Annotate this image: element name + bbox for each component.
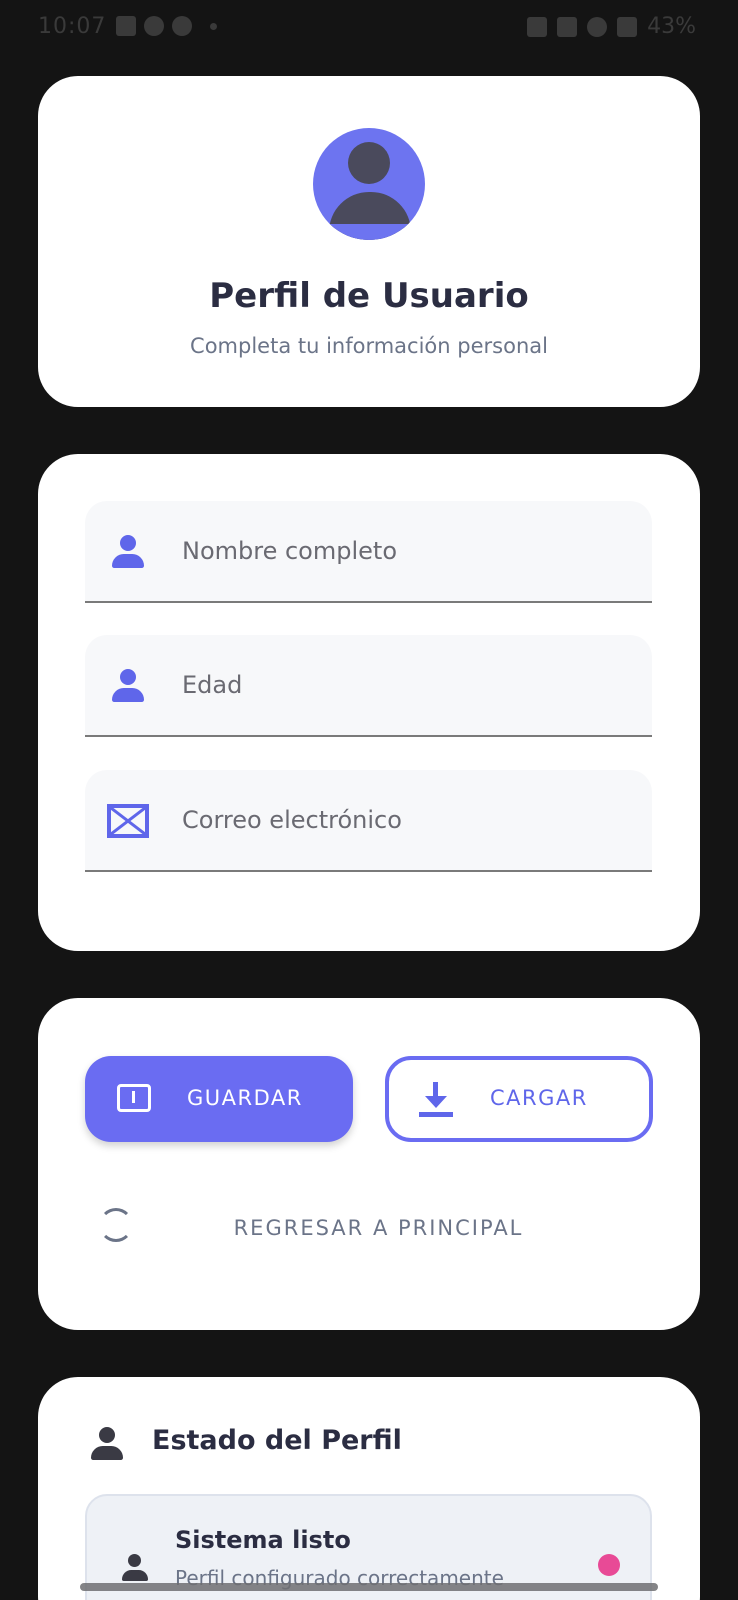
person-icon bbox=[111, 535, 145, 569]
load-button[interactable]: CARGAR bbox=[385, 1056, 653, 1142]
profile-header-card: Perfil de Usuario Completa tu informació… bbox=[38, 76, 700, 407]
profile-form-card: Nombre completo Edad Correo electrónico bbox=[38, 454, 700, 951]
person-icon bbox=[120, 1554, 148, 1582]
mute-icon bbox=[557, 16, 578, 37]
wifi-icon bbox=[587, 16, 608, 37]
system-icons: 43% bbox=[527, 14, 696, 39]
signal-icon bbox=[617, 16, 638, 37]
mail-icon bbox=[107, 804, 149, 838]
gallery-icon bbox=[116, 16, 136, 36]
home-indicator[interactable] bbox=[80, 1583, 658, 1591]
load-button-label: CARGAR bbox=[490, 1086, 588, 1110]
save-button-label: GUARDAR bbox=[187, 1086, 303, 1110]
page-title: Perfil de Usuario bbox=[209, 276, 529, 316]
more-notifications-icon bbox=[210, 22, 217, 30]
status-title: Estado del Perfil bbox=[152, 1425, 402, 1456]
status-bar: 10:07 43% bbox=[0, 0, 738, 60]
name-field-placeholder: Nombre completo bbox=[182, 537, 398, 565]
status-header: Estado del Perfil bbox=[90, 1425, 650, 1465]
battery-level: 43% bbox=[647, 14, 696, 39]
download-icon bbox=[419, 1082, 453, 1118]
back-to-main-button[interactable]: REGRESAR A PRINCIPAL bbox=[85, 1188, 652, 1268]
profile-status-card: Estado del Perfil Sistema listo Perfil c… bbox=[38, 1377, 700, 1600]
name-field[interactable]: Nombre completo bbox=[85, 501, 652, 603]
page-subtitle: Completa tu información personal bbox=[190, 334, 548, 358]
notification-icons bbox=[116, 16, 217, 36]
facebook-icon bbox=[172, 16, 192, 36]
age-field-placeholder: Edad bbox=[182, 671, 243, 699]
cloud-icon bbox=[144, 16, 164, 36]
email-field[interactable]: Correo electrónico bbox=[85, 770, 652, 872]
age-field[interactable]: Edad bbox=[85, 635, 652, 737]
folder-download-icon bbox=[117, 1084, 151, 1112]
actions-card: GUARDAR CARGAR REGRESAR A PRINCIPAL bbox=[38, 998, 700, 1330]
status-item-title: Sistema listo bbox=[175, 1526, 351, 1554]
status-time: 10:07 bbox=[38, 14, 107, 39]
status-indicator-dot bbox=[598, 1554, 620, 1576]
battery-saver-icon bbox=[527, 16, 548, 37]
email-field-placeholder: Correo electrónico bbox=[182, 806, 402, 834]
back-button-label: REGRESAR A PRINCIPAL bbox=[233, 1216, 524, 1240]
avatar-icon bbox=[313, 128, 425, 240]
person-icon bbox=[111, 669, 145, 703]
person-icon bbox=[90, 1427, 124, 1461]
save-button[interactable]: GUARDAR bbox=[85, 1056, 353, 1142]
